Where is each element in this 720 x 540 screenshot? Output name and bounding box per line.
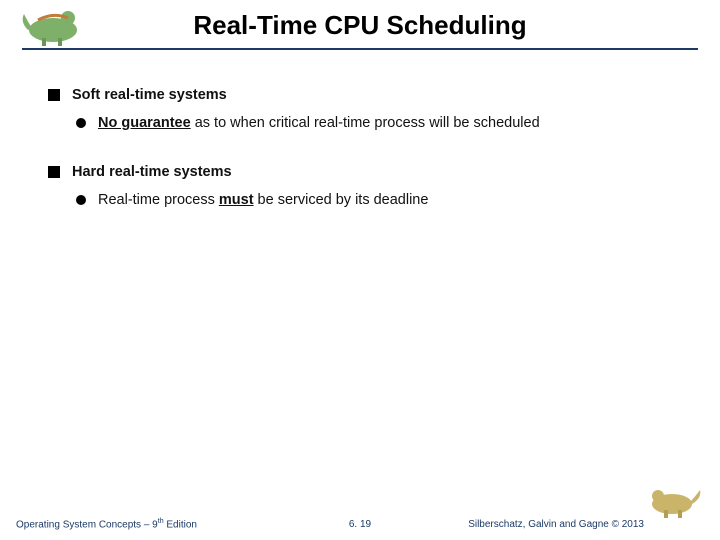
slide-title: Real-Time CPU Scheduling xyxy=(0,10,720,41)
hard-sub-underlined: must xyxy=(219,192,254,208)
hard-sub-rest: be serviced by its deadline xyxy=(254,192,429,208)
soft-sub-underlined: No guarantee xyxy=(98,115,191,131)
title-bar: Real-Time CPU Scheduling xyxy=(0,10,720,41)
bullet-hard-sub: Real-time process must be serviced by it… xyxy=(76,191,616,211)
slide: Real-Time CPU Scheduling Soft real-time … xyxy=(0,0,720,540)
soft-sub-rest: as to when critical real-time process wi… xyxy=(191,115,540,131)
title-underline xyxy=(22,48,698,50)
bullet-hard-heading: Hard real-time systems xyxy=(48,163,680,183)
footer-right: Silberschatz, Galvin and Gagne © 2013 xyxy=(468,519,644,530)
content-area: Soft real-time systems No guarantee as t… xyxy=(48,86,680,240)
bullet-soft-sub: No guarantee as to when critical real-ti… xyxy=(76,114,616,134)
hard-sub-prefix: Real-time process xyxy=(98,192,219,208)
dinosaur-bottom-icon xyxy=(644,482,704,522)
bullet-soft-heading: Soft real-time systems xyxy=(48,86,680,106)
